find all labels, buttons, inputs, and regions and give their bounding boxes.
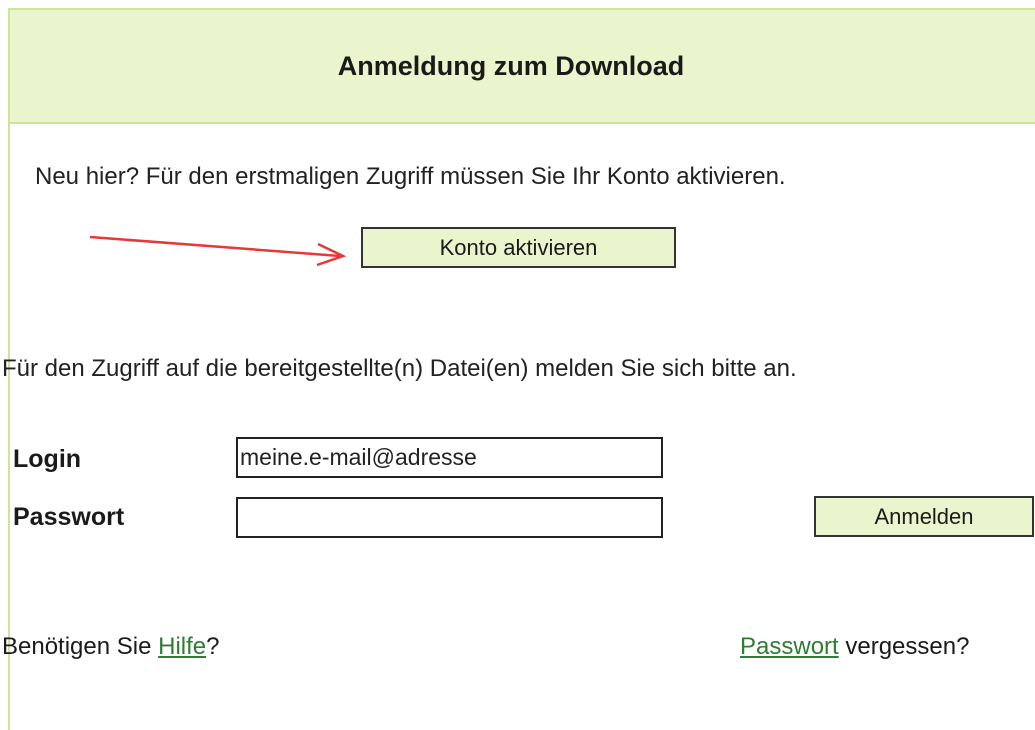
password-field[interactable] bbox=[236, 497, 663, 538]
help-link[interactable]: Hilfe bbox=[158, 633, 206, 660]
login-field[interactable] bbox=[236, 437, 663, 478]
panel-title: Anmeldung zum Download bbox=[10, 10, 1035, 124]
forgot-password-link[interactable]: Passwort bbox=[740, 633, 839, 660]
intro-text: Neu hier? Für den erstmaligen Zugriff mü… bbox=[35, 163, 786, 190]
password-label: Passwort bbox=[13, 503, 125, 531]
activate-account-button[interactable]: Konto aktivieren bbox=[361, 227, 676, 268]
forgot-suffix: vergessen? bbox=[838, 633, 970, 660]
red-arrow-icon bbox=[89, 235, 347, 267]
help-text: Benötigen Sie Hilfe? bbox=[2, 633, 220, 661]
forgot-password-text: Passwort vergessen? bbox=[740, 633, 969, 661]
login-button[interactable]: Anmelden bbox=[814, 496, 1034, 537]
help-prefix: Benötigen Sie bbox=[2, 633, 159, 660]
access-instructions: Für den Zugriff auf die bereitgestellte(… bbox=[2, 355, 797, 382]
login-label: Login bbox=[13, 445, 82, 473]
help-suffix: ? bbox=[206, 633, 220, 660]
